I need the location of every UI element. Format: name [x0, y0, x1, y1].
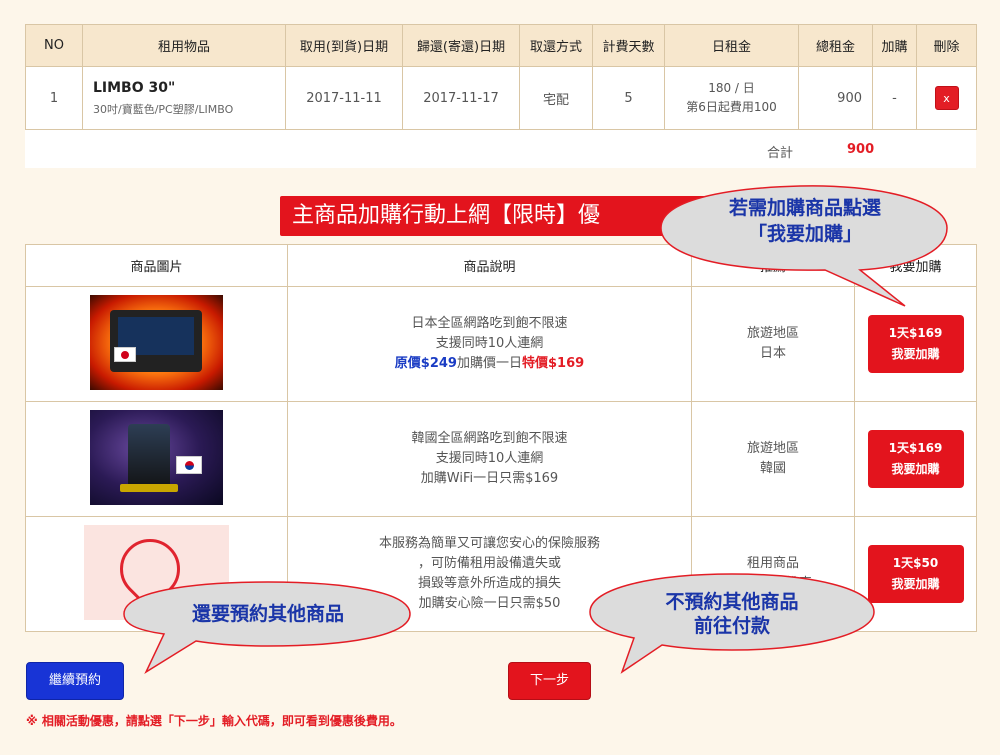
original-price: 原價$249 [394, 356, 457, 371]
wifi-device-shape [128, 423, 170, 492]
recommend-line: 日本 [759, 346, 786, 361]
next-step-button[interactable]: 下一步 [508, 662, 591, 700]
image-cell [25, 286, 288, 402]
row-no: 1 [25, 66, 83, 130]
table-row: 韓國全區網路吃到飽不限速 支援同時10人連網 加購WiFi一日只需$169 旅遊… [25, 401, 977, 517]
recommend-line: 韓國 [759, 461, 786, 476]
recommend-line: 旅遊地區 [746, 441, 799, 456]
button-label: 我要加購 [891, 347, 940, 361]
desc-line: 加購WiFi一日只需$169 [420, 471, 559, 486]
recommend-cell: 旅遊地區 韓國 [691, 401, 855, 517]
price-line: 原價$249加購價一日特價$169 [288, 354, 691, 374]
callout-right: 不預約其他商品 前往付款 [582, 568, 882, 678]
delete-cell: x [916, 66, 977, 130]
delete-button[interactable]: x [934, 86, 959, 110]
callout-top: 若需加購商品點選 「我要加購」 [655, 172, 955, 312]
desc-line: 支援同時10人連網 [435, 451, 544, 466]
korea-flag-icon [176, 455, 202, 474]
special-price: 特價$169 [522, 356, 585, 371]
header-no: NO [25, 24, 83, 67]
callout-left: 還要預約其他商品 [118, 578, 418, 678]
header-description: 商品說明 [287, 244, 692, 287]
sum-value: 900 [847, 142, 875, 157]
header-total: 總租金 [798, 24, 873, 67]
continue-booking-button[interactable]: 繼續預約 [26, 662, 124, 700]
description-cell: 日本全區網路吃到飽不限速 支援同時10人連網 原價$249加購價一日特價$169 [287, 286, 692, 402]
desc-line: 日本全區網路吃到飽不限速 [411, 316, 568, 331]
device-base-shape [120, 483, 178, 492]
image-cell [25, 401, 288, 517]
description-cell: 韓國全區網路吃到飽不限速 支援同時10人連網 加購WiFi一日只需$169 [287, 401, 692, 517]
days: 5 [592, 66, 665, 130]
header-delete: 刪除 [916, 24, 977, 67]
method: 宅配 [519, 66, 593, 130]
promo-banner: 主商品加購行動上網【限時】優 [280, 196, 720, 236]
desc-line: 支援同時10人連網 [435, 336, 544, 351]
button-price: 1天$169 [888, 326, 943, 340]
return-date: 2017-11-17 [402, 66, 520, 130]
button-label: 我要加購 [891, 462, 940, 476]
price-mid-text: 加購價一日 [456, 356, 522, 371]
add-japan-wifi-button[interactable]: 1天$169 我要加購 [867, 315, 964, 373]
recommend-line: 旅遊地區 [746, 326, 799, 341]
callout-left-text: 還要預約其他商品 [191, 603, 344, 625]
table-row: 1 LIMBO 30" 30吋/寶藍色/PC塑膠/LIMBO 2017-11-1… [25, 66, 977, 130]
sum-row: 合計 900 [25, 130, 976, 168]
callout-top-line2: 「我要加購」 [747, 223, 862, 245]
callout-top-line1: 若需加購商品點選 [728, 197, 881, 219]
header-item: 租用物品 [82, 24, 286, 67]
japan-wifi-image [90, 294, 223, 390]
header-addon: 加購 [872, 24, 917, 67]
header-method: 取還方式 [519, 24, 593, 67]
daily-rate: 180 / 日 第6日起費用100 [664, 66, 799, 130]
total: 900 [798, 66, 873, 130]
header-image: 商品圖片 [25, 244, 288, 287]
item-desc: 30吋/寶藍色/PC塑膠/LIMBO [93, 102, 234, 116]
header-days: 計費天數 [592, 24, 665, 67]
callout-right-line1: 不預約其他商品 [665, 591, 799, 613]
button-price: 1天$169 [888, 441, 943, 455]
promo-note: ※ 相關活動優惠，請點選「下一步」輸入代碼，即可看到優惠後費用。 [26, 714, 402, 728]
daily-rate-line1: 180 / 日 [708, 81, 755, 95]
daily-rate-line2: 第6日起費用100 [686, 100, 777, 114]
japan-flag-icon [114, 346, 136, 362]
buy-cell: 1天$169 我要加購 [854, 401, 977, 517]
addon-value: - [872, 66, 917, 130]
item-cell: LIMBO 30" 30吋/寶藍色/PC塑膠/LIMBO [82, 66, 286, 130]
desc-line: 本服務為簡單又可讓您安心的保險服務 [378, 536, 600, 551]
cart-table: NO 租用物品 取用(到貨)日期 歸還(寄還)日期 取還方式 計費天數 日租金 … [25, 24, 977, 130]
pickup-date: 2017-11-11 [285, 66, 403, 130]
header-return-date: 歸還(寄還)日期 [402, 24, 520, 67]
cart-header-row: NO 租用物品 取用(到貨)日期 歸還(寄還)日期 取還方式 計費天數 日租金 … [25, 24, 977, 67]
header-pickup-date: 取用(到貨)日期 [285, 24, 403, 67]
sum-label: 合計 [767, 146, 794, 161]
callout-right-line2: 前往付款 [693, 615, 770, 637]
item-name: LIMBO 30" [93, 79, 176, 96]
korea-wifi-image [90, 409, 223, 505]
add-korea-wifi-button[interactable]: 1天$169 我要加購 [867, 430, 964, 488]
header-daily-rate: 日租金 [664, 24, 799, 67]
desc-line: 韓國全區網路吃到飽不限速 [411, 431, 568, 446]
speech-bubble-shape [123, 581, 411, 674]
